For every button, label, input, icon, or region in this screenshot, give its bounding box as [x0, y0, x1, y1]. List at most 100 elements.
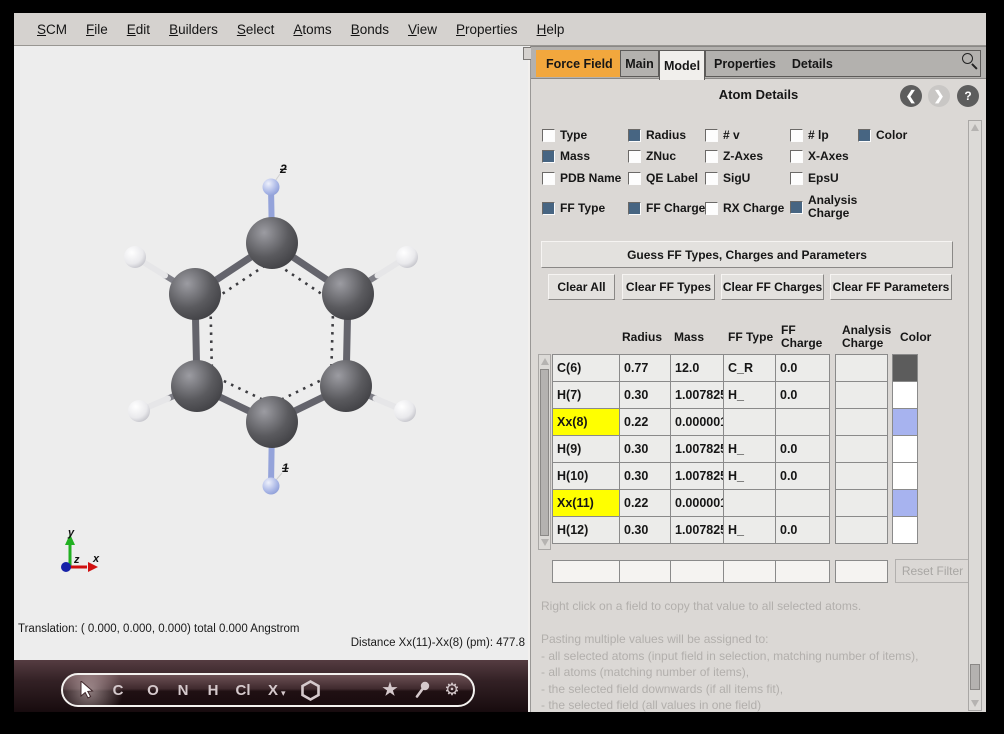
- radius-cell[interactable]: 0.77: [619, 354, 671, 382]
- atom-hydrogen[interactable]: [128, 400, 150, 422]
- element-dropdown-icon[interactable]: ▾: [281, 688, 286, 699]
- atom-name-cell[interactable]: Xx(11): [552, 489, 620, 517]
- clear-ff-types-button[interactable]: Clear FF Types: [622, 274, 715, 300]
- mass-cell[interactable]: 12.0: [670, 354, 724, 382]
- ff-charge-cell[interactable]: [775, 489, 830, 517]
- ff-type-cell[interactable]: H_: [723, 381, 776, 409]
- element-n-tool[interactable]: N: [171, 675, 195, 705]
- scroll-down-icon[interactable]: [969, 697, 981, 710]
- atom-dummy-xx11[interactable]: [263, 478, 280, 495]
- ff-charge-cell[interactable]: 0.0: [775, 462, 830, 490]
- scroll-up-icon[interactable]: [969, 121, 981, 134]
- checkbox-ff-charge[interactable]: FF Charge: [628, 201, 705, 215]
- molecule-viewport[interactable]: 2 1 y x z Translation: ( 0.000, 0.000, 0…: [14, 46, 528, 660]
- mass-cell[interactable]: 1.007825: [670, 462, 724, 490]
- ff-charge-cell[interactable]: 0.0: [775, 354, 830, 382]
- checkbox-radius[interactable]: Radius: [628, 128, 686, 142]
- atom-hydrogen[interactable]: [396, 246, 418, 268]
- atom-carbon[interactable]: [322, 268, 374, 320]
- menu-atoms[interactable]: Atoms: [293, 22, 331, 37]
- ring-tool[interactable]: [298, 675, 322, 705]
- element-c-tool[interactable]: C: [106, 675, 130, 705]
- mass-cell[interactable]: 0.000001: [670, 408, 724, 436]
- radius-cell[interactable]: 0.22: [619, 408, 671, 436]
- ff-charge-cell[interactable]: [775, 408, 830, 436]
- element-cl-tool[interactable]: Cl: [230, 675, 256, 705]
- menu-edit[interactable]: Edit: [127, 22, 150, 37]
- atom-hydrogen[interactable]: [124, 246, 146, 268]
- table-scrollbar-thumb[interactable]: [540, 369, 549, 536]
- ff-type-cell[interactable]: H_: [723, 435, 776, 463]
- radius-cell[interactable]: 0.30: [619, 381, 671, 409]
- checkbox-type[interactable]: Type: [542, 128, 587, 142]
- checkbox-qe-label[interactable]: QE Label: [628, 171, 698, 185]
- mass-cell[interactable]: 1.007825: [670, 381, 724, 409]
- color-swatch[interactable]: [892, 381, 918, 409]
- checkbox-num-v[interactable]: # v: [705, 128, 740, 142]
- menu-select[interactable]: Select: [237, 22, 275, 37]
- atom-name-cell[interactable]: H(10): [552, 462, 620, 490]
- checkbox-epsu[interactable]: EpsU: [790, 171, 839, 185]
- ff-type-cell[interactable]: H_: [723, 462, 776, 490]
- tab-main[interactable]: Main: [620, 50, 659, 77]
- filter-input[interactable]: [670, 560, 724, 583]
- atom-name-cell[interactable]: H(7): [552, 381, 620, 409]
- search-button[interactable]: [960, 51, 980, 71]
- clear-all-button[interactable]: Clear All: [548, 274, 615, 300]
- forward-button[interactable]: ❯: [928, 85, 950, 107]
- help-button[interactable]: ?: [957, 85, 979, 107]
- atom-carbon[interactable]: [171, 360, 223, 412]
- analysis-charge-cell[interactable]: [835, 408, 888, 436]
- radius-cell[interactable]: 0.30: [619, 435, 671, 463]
- menu-help[interactable]: Help: [537, 22, 565, 37]
- tab-force-field[interactable]: Force Field: [536, 50, 630, 77]
- atom-carbon[interactable]: [246, 396, 298, 448]
- element-o-tool[interactable]: O: [141, 675, 165, 705]
- color-swatch[interactable]: [892, 435, 918, 463]
- filter-input[interactable]: [552, 560, 620, 583]
- checkbox-mass[interactable]: Mass: [542, 149, 590, 163]
- atom-dummy-xx8[interactable]: [263, 179, 280, 196]
- clear-ff-parameters-button[interactable]: Clear FF Parameters: [830, 274, 952, 300]
- ff-charge-cell[interactable]: 0.0: [775, 381, 830, 409]
- menu-scm[interactable]: SCM: [37, 22, 67, 37]
- back-button[interactable]: ❮: [900, 85, 922, 107]
- radius-cell[interactable]: 0.30: [619, 516, 671, 544]
- ff-charge-cell[interactable]: 0.0: [775, 516, 830, 544]
- menu-properties[interactable]: Properties: [456, 22, 518, 37]
- atom-hydrogen[interactable]: [394, 400, 416, 422]
- checkbox-x-axes[interactable]: X-Axes: [790, 149, 849, 163]
- checkbox-znuc[interactable]: ZNuc: [628, 149, 676, 163]
- atom-name-cell[interactable]: H(9): [552, 435, 620, 463]
- checkbox-ff-type[interactable]: FF Type: [542, 201, 605, 215]
- tab-properties[interactable]: Properties: [714, 57, 776, 71]
- checkbox-sigu[interactable]: SigU: [705, 171, 750, 185]
- menu-view[interactable]: View: [408, 22, 437, 37]
- analysis-charge-cell[interactable]: [835, 516, 888, 544]
- analysis-charge-cell[interactable]: [835, 435, 888, 463]
- filter-input[interactable]: [775, 560, 830, 583]
- analysis-charge-cell[interactable]: [835, 462, 888, 490]
- panel-scrollbar[interactable]: [968, 120, 982, 711]
- atom-name-cell[interactable]: H(12): [552, 516, 620, 544]
- filter-input[interactable]: [835, 560, 888, 583]
- favorites-star-tool[interactable]: ★: [378, 675, 402, 705]
- menu-bonds[interactable]: Bonds: [351, 22, 389, 37]
- color-swatch[interactable]: [892, 354, 918, 382]
- menu-file[interactable]: File: [86, 22, 108, 37]
- analysis-charge-cell[interactable]: [835, 354, 888, 382]
- select-cursor-tool[interactable]: [75, 675, 99, 705]
- checkbox-rx-charge[interactable]: RX Charge: [705, 201, 784, 215]
- tab-details[interactable]: Details: [792, 57, 833, 71]
- color-swatch[interactable]: [892, 462, 918, 490]
- checkbox-num-lp[interactable]: # lp: [790, 128, 829, 142]
- color-swatch[interactable]: [892, 489, 918, 517]
- mass-cell[interactable]: 0.000001: [670, 489, 724, 517]
- color-swatch[interactable]: [892, 516, 918, 544]
- filter-input[interactable]: [723, 560, 776, 583]
- atom-carbon[interactable]: [246, 217, 298, 269]
- table-scrollbar[interactable]: [538, 354, 551, 550]
- guess-ff-button[interactable]: Guess FF Types, Charges and Parameters: [541, 241, 953, 268]
- settings-gear-tool[interactable]: ⚙: [440, 675, 464, 705]
- radius-cell[interactable]: 0.30: [619, 462, 671, 490]
